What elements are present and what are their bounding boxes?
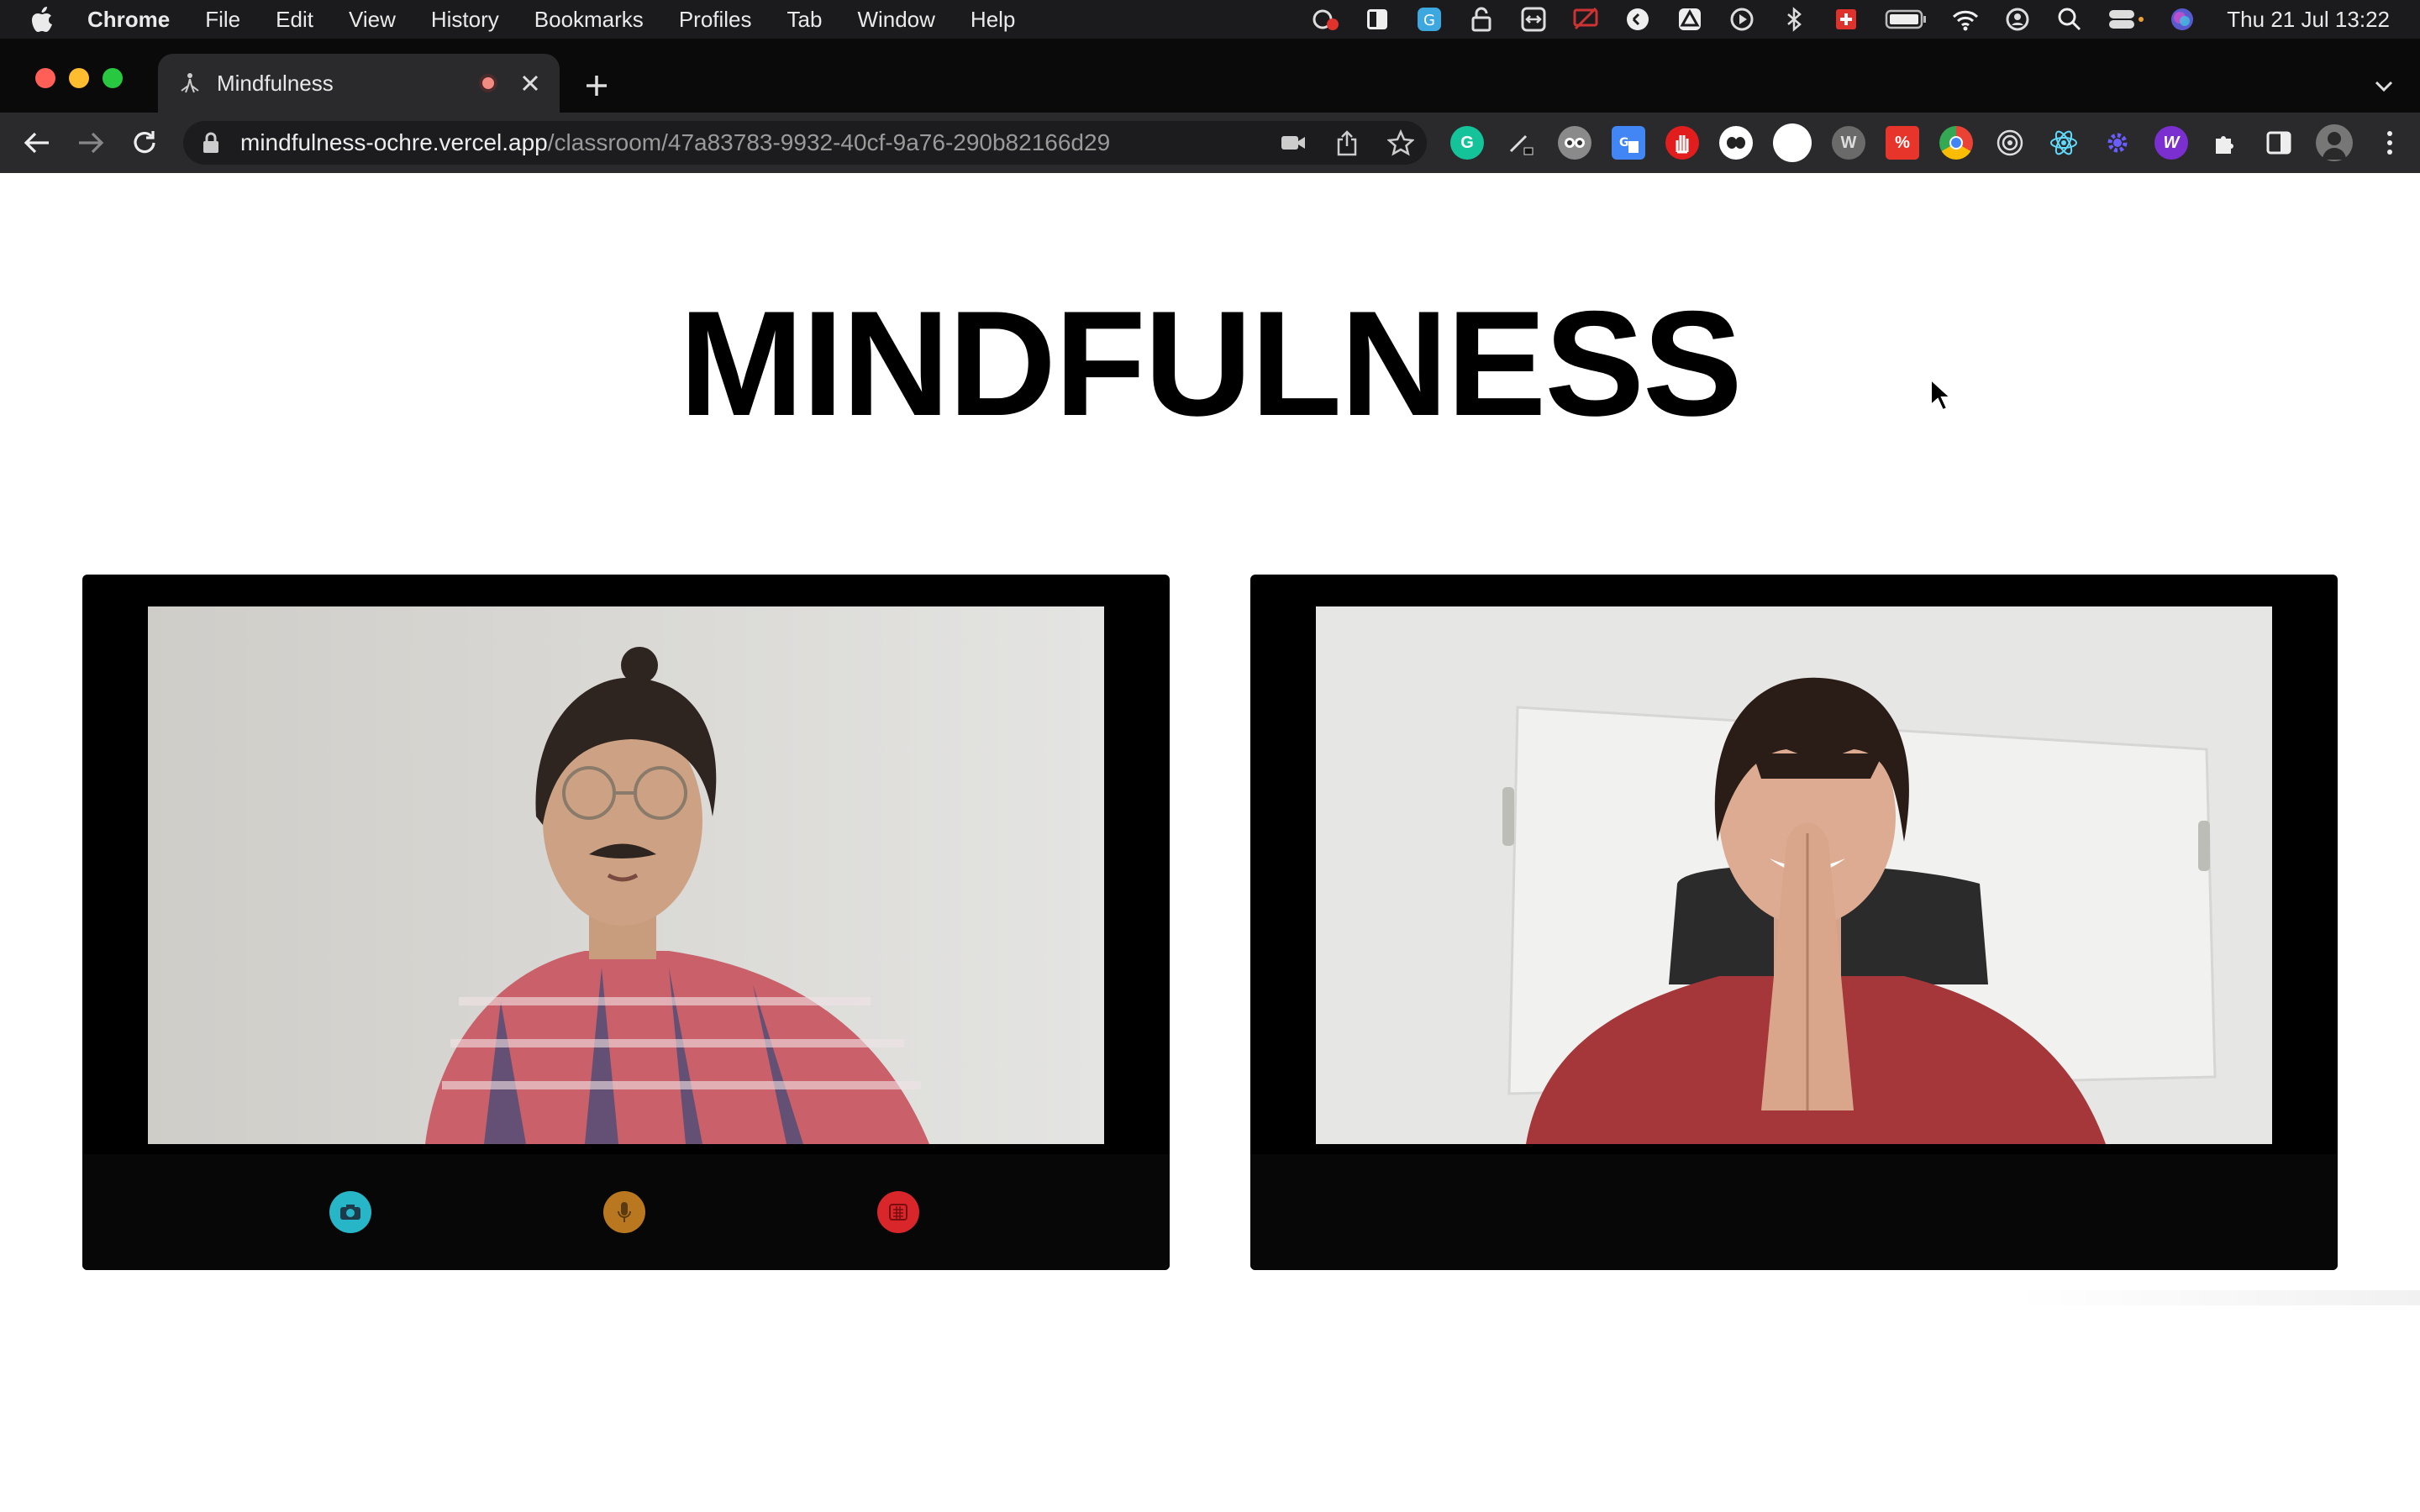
mouse-cursor-icon bbox=[1929, 377, 1953, 412]
mask-extension-icon[interactable] bbox=[1719, 126, 1753, 160]
reload-icon[interactable] bbox=[128, 126, 161, 160]
menu-profiles[interactable]: Profiles bbox=[679, 7, 752, 33]
target-extension-icon[interactable] bbox=[1993, 126, 2027, 160]
remote-video-feed bbox=[1316, 606, 2272, 1144]
close-window-button[interactable] bbox=[35, 68, 55, 88]
control-center-icon[interactable] bbox=[2107, 7, 2144, 32]
tab-strip: Mindfulness bbox=[0, 39, 2420, 113]
teamviewer-icon[interactable] bbox=[1519, 7, 1548, 32]
extensions-puzzle-icon[interactable] bbox=[2208, 126, 2242, 160]
overlay-shadow bbox=[2017, 1290, 2420, 1305]
side-panel-icon[interactable] bbox=[2262, 126, 2296, 160]
lock-app-icon[interactable] bbox=[1467, 7, 1496, 32]
url-path: /classroom/47a83783-9932-40cf-9a76-290b8… bbox=[547, 129, 1111, 155]
local-video-feed bbox=[148, 606, 1104, 1144]
address-bar[interactable]: mindfulness-ochre.vercel.app /classroom/… bbox=[183, 121, 1427, 165]
page-viewport: MINDFULNESS bbox=[0, 173, 2420, 1512]
tab-search-chevron-down-icon[interactable] bbox=[2371, 74, 2396, 99]
remote-video-card bbox=[1250, 575, 2338, 1270]
white-circle-extension-icon[interactable] bbox=[1773, 123, 1812, 162]
tab-mindfulness[interactable]: Mindfulness bbox=[158, 54, 560, 113]
google-translate-extension-icon[interactable]: G bbox=[1612, 126, 1645, 160]
grammarly-extension-icon[interactable]: G bbox=[1450, 126, 1484, 160]
menu-help[interactable]: Help bbox=[971, 7, 1015, 33]
owl-extension-icon[interactable] bbox=[1558, 126, 1591, 160]
grammarly-status-icon[interactable]: G bbox=[1415, 7, 1444, 32]
menu-bookmarks[interactable]: Bookmarks bbox=[534, 7, 644, 33]
swiss-flag-icon[interactable] bbox=[1832, 7, 1860, 32]
back-arrow-icon[interactable] bbox=[20, 126, 54, 160]
wappalyzer-extension-icon[interactable]: W bbox=[1832, 126, 1865, 160]
stop-hand-extension-icon[interactable] bbox=[1665, 126, 1699, 160]
chrome-colorful-extension-icon[interactable] bbox=[1939, 126, 1973, 160]
wifi-icon[interactable] bbox=[1951, 7, 1980, 32]
call-controls bbox=[82, 1154, 1170, 1270]
meditation-favicon-icon bbox=[178, 71, 202, 95]
menu-history[interactable]: History bbox=[431, 7, 499, 33]
tab-title: Mindfulness bbox=[217, 70, 334, 96]
pen-extension-icon[interactable] bbox=[1504, 126, 1538, 160]
percent-extension-icon[interactable]: % bbox=[1886, 126, 1919, 160]
browser-toolbar: mindfulness-ochre.vercel.app /classroom/… bbox=[0, 113, 2420, 173]
chrome-menu-kebab-icon[interactable] bbox=[2373, 126, 2407, 160]
play-icon[interactable] bbox=[1728, 7, 1756, 32]
clock[interactable]: Thu 21 Jul 13:22 bbox=[2227, 7, 2390, 33]
paste-app-icon[interactable] bbox=[1623, 7, 1652, 32]
battery-icon[interactable] bbox=[1884, 7, 1928, 32]
menu-app-name[interactable]: Chrome bbox=[87, 7, 170, 33]
omnibox-actions bbox=[1254, 121, 1415, 165]
svg-text:G: G bbox=[1619, 136, 1629, 150]
bluetooth-icon[interactable] bbox=[1780, 7, 1808, 32]
new-tab-plus-icon[interactable] bbox=[580, 69, 613, 102]
bookmark-star-icon[interactable] bbox=[1386, 129, 1415, 157]
menu-tab[interactable]: Tab bbox=[787, 7, 823, 33]
forward-arrow-icon[interactable] bbox=[74, 126, 108, 160]
lock-icon[interactable] bbox=[202, 130, 222, 155]
camera-in-use-icon[interactable] bbox=[1279, 129, 1307, 157]
browser-window: Mindfulness mindfulness-ochre.vercel.app… bbox=[0, 39, 2420, 1512]
close-tab-icon[interactable] bbox=[519, 72, 541, 94]
minimize-window-button[interactable] bbox=[69, 68, 89, 88]
recording-indicator-icon bbox=[479, 74, 497, 92]
profile-avatar[interactable] bbox=[2316, 124, 2353, 161]
menu-window[interactable]: Window bbox=[857, 7, 934, 33]
react-devtools-icon[interactable] bbox=[2047, 126, 2081, 160]
toggle-camera-button[interactable] bbox=[329, 1191, 371, 1233]
sidebar-app-icon[interactable] bbox=[1363, 7, 1392, 32]
status-area: G Thu 21 Jul 13:22 bbox=[1287, 0, 2390, 39]
macos-menu-bar: Chrome File Edit View History Bookmarks … bbox=[0, 0, 2420, 39]
extensions-bar: G G W % W bbox=[1450, 123, 2420, 162]
page-title: MINDFULNESS bbox=[679, 280, 1743, 447]
drive-icon[interactable] bbox=[1676, 7, 1704, 32]
hang-up-button[interactable] bbox=[877, 1191, 919, 1233]
remote-controls-area bbox=[1250, 1154, 2338, 1270]
toggle-microphone-button[interactable] bbox=[603, 1191, 645, 1233]
spotlight-search-icon[interactable] bbox=[2055, 7, 2084, 32]
url-host: mindfulness-ochre.vercel.app bbox=[240, 129, 548, 155]
menu-view[interactable]: View bbox=[349, 7, 396, 33]
zoom-window-button[interactable] bbox=[103, 68, 123, 88]
screen-record-icon[interactable] bbox=[1311, 7, 1339, 32]
purple-w-extension-icon[interactable]: W bbox=[2154, 126, 2188, 160]
display-off-icon[interactable] bbox=[1571, 7, 1600, 32]
siri-icon[interactable] bbox=[2168, 7, 2196, 32]
svg-text:G: G bbox=[1423, 12, 1435, 29]
menu-file[interactable]: File bbox=[205, 7, 240, 33]
local-video-card bbox=[82, 575, 1170, 1270]
apple-menu-icon[interactable] bbox=[30, 5, 64, 34]
user-account-icon[interactable] bbox=[2003, 7, 2032, 32]
share-icon[interactable] bbox=[1333, 129, 1361, 157]
gear-extension-icon[interactable] bbox=[2101, 126, 2134, 160]
menu-edit[interactable]: Edit bbox=[276, 7, 313, 33]
